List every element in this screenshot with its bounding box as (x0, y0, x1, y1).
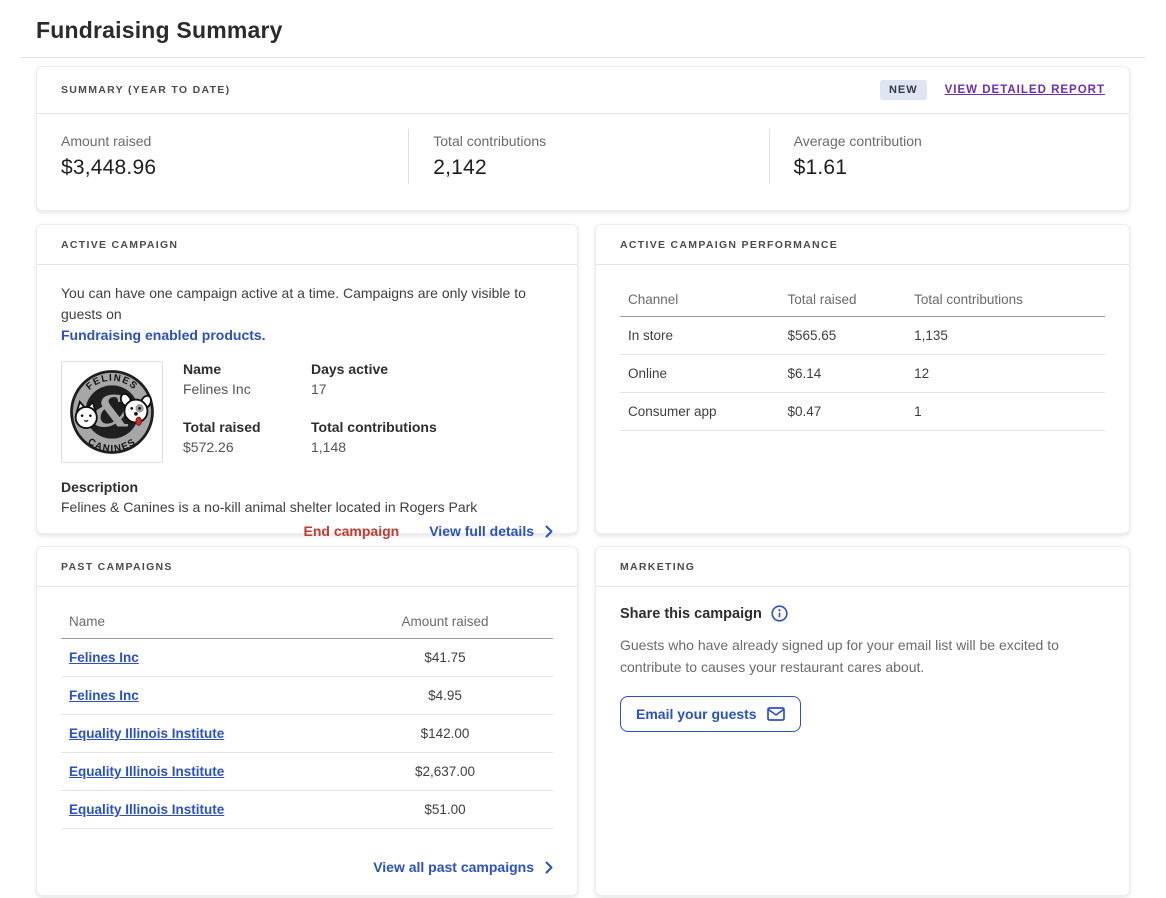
summary-header-right: NEW VIEW DETAILED REPORT (880, 80, 1105, 100)
marketing-description: Guests who have already signed up for yo… (620, 635, 1100, 678)
active-campaign-actions: End campaign View full details (61, 515, 553, 539)
past-campaign-link[interactable]: Felines Inc (69, 688, 345, 703)
summary-card: SUMMARY (YEAR TO DATE) NEW VIEW DETAILED… (36, 66, 1130, 211)
table-row: Felines Inc $4.95 (61, 677, 553, 715)
marketing-header: MARKETING (596, 547, 1129, 587)
stat-value: $1.61 (794, 156, 1105, 180)
active-campaign-header-title: ACTIVE CAMPAIGN (61, 239, 178, 251)
campaign-fields: Name Felines Inc Days active 17 Total ra… (183, 361, 437, 463)
past-campaigns-header: PAST CAMPAIGNS (37, 547, 577, 587)
past-campaigns-table: Name Amount raised Felines Inc $41.75 Fe… (61, 605, 553, 829)
envelope-icon (767, 707, 785, 721)
stat-label: Amount raised (61, 133, 384, 149)
description-label: Description (61, 479, 553, 495)
performance-header-title: ACTIVE CAMPAIGN PERFORMANCE (620, 239, 838, 251)
view-all-past-campaigns-link[interactable]: View all past campaigns (373, 859, 553, 875)
field-name: Name Felines Inc (183, 361, 311, 397)
fundraising-enabled-products-link[interactable]: Fundraising enabled products. (61, 327, 266, 343)
marketing-body: Share this campaign Guests who have alre… (596, 587, 1129, 895)
col-total-contributions: Total contributions (914, 292, 1097, 307)
stat-total-contributions: Total contributions 2,142 (408, 129, 768, 184)
field-total-contributions: Total contributions 1,148 (311, 419, 437, 455)
summary-header-title: SUMMARY (YEAR TO DATE) (61, 84, 230, 96)
performance-card: ACTIVE CAMPAIGN PERFORMANCE Channel Tota… (595, 224, 1130, 534)
active-campaign-intro: You can have one campaign active at a ti… (61, 283, 553, 346)
past-campaigns-card: PAST CAMPAIGNS Name Amount raised Feline… (36, 546, 578, 896)
past-campaigns-body: Name Amount raised Felines Inc $41.75 Fe… (37, 587, 577, 895)
table-row: Equality Illinois Institute $2,637.00 (61, 753, 553, 791)
end-campaign-button[interactable]: End campaign (304, 523, 400, 539)
performance-table-header: Channel Total raised Total contributions (620, 283, 1105, 317)
view-full-details-link[interactable]: View full details (429, 523, 553, 539)
email-your-guests-button[interactable]: Email your guests (620, 696, 801, 732)
summary-stats: Amount raised $3,448.96 Total contributi… (37, 114, 1129, 210)
campaign-detail-row: & FELINES CANINES (61, 361, 553, 463)
past-campaign-link[interactable]: Equality Illinois Institute (69, 802, 345, 817)
share-campaign-title: Share this campaign (620, 605, 1105, 622)
stat-label: Average contribution (794, 133, 1105, 149)
table-row: Online $6.14 12 (620, 355, 1105, 393)
table-row: Felines Inc $41.75 (61, 639, 553, 677)
title-divider (20, 57, 1146, 58)
col-name: Name (69, 614, 345, 629)
performance-header: ACTIVE CAMPAIGN PERFORMANCE (596, 225, 1129, 265)
marketing-card: MARKETING Share this campaign Guests who… (595, 546, 1130, 896)
stat-value: 2,142 (433, 156, 744, 180)
field-total-raised: Total raised $572.26 (183, 419, 311, 455)
col-channel: Channel (628, 292, 787, 307)
col-total-raised: Total raised (787, 292, 914, 307)
stat-average-contribution: Average contribution $1.61 (769, 129, 1129, 184)
past-campaigns-table-header: Name Amount raised (61, 605, 553, 639)
marketing-header-title: MARKETING (620, 561, 695, 573)
past-campaign-link[interactable]: Equality Illinois Institute (69, 764, 345, 779)
field-days-active: Days active 17 (311, 361, 437, 397)
page-title: Fundraising Summary (36, 0, 1130, 57)
table-row: Equality Illinois Institute $51.00 (61, 791, 553, 829)
past-campaigns-header-title: PAST CAMPAIGNS (61, 561, 173, 573)
view-detailed-report-link[interactable]: VIEW DETAILED REPORT (945, 84, 1105, 96)
chevron-right-icon (545, 861, 553, 874)
active-campaign-header: ACTIVE CAMPAIGN (37, 225, 577, 265)
description-text: Felines & Canines is a no-kill animal sh… (61, 499, 553, 515)
stat-label: Total contributions (433, 133, 744, 149)
active-campaign-body: You can have one campaign active at a ti… (37, 265, 577, 559)
table-row: Consumer app $0.47 1 (620, 393, 1105, 431)
past-campaign-link[interactable]: Equality Illinois Institute (69, 726, 345, 741)
performance-table: Channel Total raised Total contributions… (620, 283, 1105, 431)
felines-canines-logo-image: & FELINES CANINES (66, 366, 158, 458)
past-campaign-link[interactable]: Felines Inc (69, 650, 345, 665)
performance-body: Channel Total raised Total contributions… (596, 265, 1129, 533)
new-badge: NEW (880, 80, 927, 100)
fundraising-page: Fundraising Summary SUMMARY (YEAR TO DAT… (0, 0, 1166, 896)
stat-value: $3,448.96 (61, 156, 384, 180)
col-amount-raised: Amount raised (345, 614, 545, 629)
chevron-right-icon (545, 525, 553, 538)
campaign-logo: & FELINES CANINES (61, 361, 163, 463)
table-row: In store $565.65 1,135 (620, 317, 1105, 355)
active-campaign-card: ACTIVE CAMPAIGN You can have one campaig… (36, 224, 578, 534)
past-campaigns-footer: View all past campaigns (61, 847, 553, 875)
summary-card-header: SUMMARY (YEAR TO DATE) NEW VIEW DETAILED… (37, 67, 1129, 114)
table-row: Equality Illinois Institute $142.00 (61, 715, 553, 753)
info-icon[interactable] (771, 605, 788, 622)
stat-amount-raised: Amount raised $3,448.96 (37, 129, 408, 184)
intro-text: You can have one campaign active at a ti… (61, 285, 526, 322)
